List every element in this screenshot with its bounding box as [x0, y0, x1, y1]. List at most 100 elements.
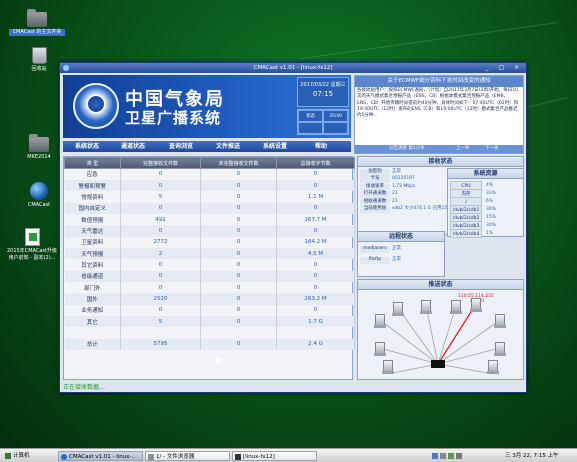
cell-type: 警报和预警 [64, 179, 121, 192]
terminal-icon [235, 453, 241, 460]
column-header-type: 类 型 [64, 157, 121, 169]
cell-bytes: 1.7 G [276, 315, 355, 328]
table-row[interactable]: 省级通道 0 0 0 [64, 270, 355, 282]
task-file-browser[interactable]: 1/ - 文件浏览器 [145, 451, 230, 461]
remote-status-row-key: mediaserv [360, 246, 390, 253]
clock-time: 07:15 [312, 90, 334, 98]
receive-status-row-value: 1.72 Mbps [392, 183, 416, 189]
cell-incomplete: 0 [200, 304, 277, 316]
state-cell: 状态 [298, 110, 323, 122]
folder-icon [27, 9, 47, 27]
cell-bytes: 2.4 G [276, 338, 355, 350]
table-row[interactable]: 天气雷达 0 0 0 [64, 225, 355, 237]
taskbar: 计算机 CMACast v1.01 - linux-... 1/ - 文件浏览器… [0, 448, 577, 462]
cell-complete: 5795 [120, 338, 201, 350]
app-icon [63, 65, 69, 71]
cell-type: 部门外 [64, 281, 121, 294]
table-row[interactable]: 国外 2520 0 263.2 M [64, 293, 355, 305]
client-node-icon [487, 360, 499, 374]
cmacast-window: CMACast v1.01 - [linux-fx12] _ □ × 中国气象局… [59, 62, 527, 393]
system-resource-row: /dvb/2/sdb4 1% [450, 229, 503, 238]
table-row[interactable]: 总计 5795 0 2.4 G [64, 338, 355, 350]
window-controls[interactable]: _ □ × [485, 63, 523, 73]
cell-bytes: 0 [276, 270, 355, 282]
desktop-icon-document[interactable]: 2015年CMACast升级用户前知 - 副本(2)... [4, 228, 60, 262]
cell-type: 应急 [64, 168, 121, 180]
table-row[interactable]: 天气预报 2 0 4.5 M [64, 247, 355, 260]
desktop-icon-home-folder[interactable]: CMACast 的主文件夹 [9, 9, 65, 36]
receive-status-row-value: 00220197 [392, 176, 415, 182]
notice-panel: 关于ECMWF细分资料下发时间改变的通知 各接收站用户：按照ECMWF通知，（计… [354, 75, 524, 154]
cell-incomplete: 0 [200, 236, 277, 248]
remote-status-header: 远程状态 [358, 232, 444, 242]
menu-query-browse[interactable]: 查询浏览 [161, 141, 201, 152]
tray-icons[interactable] [430, 451, 478, 461]
cell-type: 省级通道 [64, 270, 121, 282]
receive-status-row-value: 正常 [392, 169, 401, 174]
cell-type: 业务通知 [64, 304, 121, 316]
cell-complete: 0 [120, 179, 201, 192]
table-row[interactable]: 部门外 0 0 0 [64, 281, 355, 294]
cell-bytes: 267.7 M [276, 213, 355, 226]
menu-channel-status[interactable]: 通道状态 [113, 141, 153, 152]
table-row[interactable]: 国内自定义 0 0 0 [64, 202, 355, 214]
table-row[interactable]: 数值预报 491 0 267.7 M [64, 213, 355, 226]
table-row[interactable]: 其它 5 0 1.7 G [64, 315, 355, 328]
cell-bytes: 0 [276, 225, 355, 237]
window-titlebar[interactable]: CMACast v1.01 - [linux-fx12] _ □ × [60, 63, 526, 73]
client-node-icon [420, 300, 432, 314]
receive-status-row-value: 21 [392, 198, 398, 204]
cell-bytes: 0 [276, 179, 355, 192]
desktop-decoration [301, 21, 559, 60]
receive-status-row-value: sdb2 大小474.1 G 已用15% [392, 206, 452, 211]
cell-complete: 5 [120, 315, 201, 328]
menu-system-status[interactable]: 系统状态 [67, 141, 107, 152]
cell-complete: 0 [120, 270, 201, 282]
column-header-bytes: 总接收字节数 [276, 157, 355, 169]
cell-incomplete: 0 [200, 293, 277, 305]
cell-bytes [276, 327, 355, 339]
table-row[interactable]: 应急 0 0 0 [64, 168, 355, 180]
table-row[interactable] [64, 327, 355, 339]
task-label: [linux-fx12] [243, 454, 275, 460]
menu-file-push[interactable]: 文件推送 [208, 141, 248, 152]
task-cmacast[interactable]: CMACast v1.01 - linux-... [58, 451, 143, 461]
notice-prev-button[interactable]: 上一条 [456, 145, 470, 153]
table-row[interactable]: 其它资料 0 0 0 [64, 259, 355, 271]
task-label: 1/ - 文件浏览器 [156, 454, 195, 460]
cell-bytes: 0 [276, 259, 355, 271]
keyboard-icon[interactable] [456, 452, 462, 459]
task-terminal[interactable]: [linux-fx12] [232, 451, 317, 461]
receive-status-row-key: 接收通道数 [360, 198, 390, 206]
taskbar-clock[interactable]: 三 3月 22, 7:15 上午 [503, 451, 577, 461]
table-row[interactable]: 卫星资料 2772 0 164.2 M [64, 236, 355, 248]
cell-type: 其它 [64, 315, 121, 328]
menu-help[interactable]: 帮助 [301, 141, 341, 152]
stats-table-panel: 类 型 完整接收文件数 未完整接收文件数 总接收字节数 应急 0 0 0 警报和预警 0 0… [63, 156, 355, 380]
volume-icon[interactable] [440, 452, 446, 459]
server-node [431, 360, 445, 368]
desktop-icon-label: 2015年CMACast升级用户前知 - 副本(2)... [7, 248, 57, 261]
cell-type: 国内自定义 [64, 202, 121, 214]
table-row[interactable]: 常规资料 5 0 1.1 M [64, 191, 355, 203]
window-title: CMACast v1.01 - [linux-fx12] [253, 65, 333, 71]
cell-incomplete: 0 [200, 202, 277, 214]
cell-complete: 0 [120, 225, 201, 237]
cell-type: 数值预报 [64, 213, 121, 226]
cell-type: 天气雷达 [64, 225, 121, 237]
cell-complete: 0 [120, 259, 201, 271]
notice-next-button[interactable]: 下一条 [485, 145, 499, 153]
network-icon[interactable] [432, 452, 438, 459]
cell-bytes: 1.1 M [276, 191, 355, 203]
cell-complete: 0 [120, 281, 201, 294]
banner: 中国气象局 卫星广播系统 2017/03/22 星期三 07:15 状态 35/… [63, 75, 351, 138]
table-row[interactable]: 业务通知 0 0 0 [64, 304, 355, 316]
cell-incomplete: 0 [200, 247, 277, 260]
state-cell: 35/40 [323, 110, 348, 122]
update-icon[interactable] [448, 452, 454, 459]
menu-system-settings[interactable]: 系统设置 [255, 141, 295, 152]
start-button[interactable]: 计算机 [3, 451, 53, 461]
remote-status-panel: 远程状态 mediaserv 正常 filsftp 正常 [357, 231, 445, 277]
cell-bytes: 0 [276, 202, 355, 214]
table-row[interactable]: 警报和预警 0 0 0 [64, 179, 355, 192]
